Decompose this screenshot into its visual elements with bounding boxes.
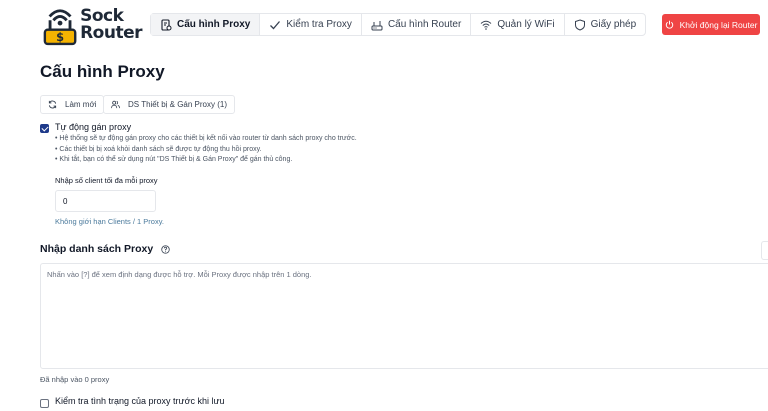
refresh-icon <box>48 100 57 109</box>
logo-text: Sock Router <box>80 8 142 42</box>
health-check-checkbox[interactable] <box>40 399 49 408</box>
proxy-count: Đã nhập vào 0 proxy <box>40 375 110 384</box>
power-icon <box>665 20 673 29</box>
users-icon <box>111 100 120 109</box>
tab-proxy-config-label: Cấu hình Proxy <box>177 19 251 30</box>
help-icon[interactable] <box>161 244 170 254</box>
refresh-label: Làm mới <box>65 100 97 109</box>
devices-assign-label: DS Thiết bị & Gán Proxy (1) <box>128 100 227 109</box>
tab-proxy-check[interactable]: Kiểm tra Proxy <box>260 14 362 35</box>
max-clients-input[interactable] <box>55 190 156 212</box>
tab-license-label: Giấy phép <box>590 19 637 30</box>
tab-router-config-label: Cấu hình Router <box>387 19 462 30</box>
router-icon <box>371 20 383 30</box>
refresh-button[interactable]: Làm mới <box>40 95 105 114</box>
proxy-config-icon <box>161 18 172 31</box>
svg-text:$: $ <box>56 30 64 44</box>
import-button[interactable] <box>761 241 768 260</box>
health-check-label: Kiểm tra tình trạng của proxy trước khi … <box>55 396 225 406</box>
proxy-list-title: Nhập danh sách Proxy <box>40 243 170 255</box>
app-logo[interactable]: $ Sock Router <box>42 0 142 50</box>
check-icon <box>270 20 281 29</box>
tab-license[interactable]: Giấy phép <box>565 14 646 35</box>
restart-router-button[interactable]: Khởi động lại Router <box>662 14 760 35</box>
tab-proxy-config[interactable]: Cấu hình Proxy <box>151 14 261 35</box>
tab-wifi-manage[interactable]: Quản lý WiFi <box>471 14 565 35</box>
logo-line-2: Router <box>80 23 142 43</box>
main-nav: Cấu hình Proxy Kiểm tra Proxy Cấu hình R… <box>150 13 647 36</box>
proxy-list-input[interactable] <box>40 263 768 369</box>
tab-wifi-manage-label: Quản lý WiFi <box>497 19 555 30</box>
max-clients-label: Nhập số client tối đa mỗi proxy <box>55 176 158 185</box>
page-title: Cấu hình Proxy <box>40 62 165 81</box>
restart-router-label: Khởi động lại Router <box>679 19 758 30</box>
tab-proxy-check-label: Kiểm tra Proxy <box>286 19 352 30</box>
auto-assign-note: • Hệ thống sẽ tự động gán proxy cho các … <box>55 135 357 142</box>
shield-icon <box>574 18 585 31</box>
tab-router-config[interactable]: Cấu hình Router <box>362 14 472 35</box>
auto-assign-note: • Khi tắt, bạn có thể sử dụng nút "DS Th… <box>55 156 293 163</box>
auto-assign-checkbox[interactable] <box>40 124 49 133</box>
proxy-list-title-text: Nhập danh sách Proxy <box>40 243 154 255</box>
wifi-icon <box>480 20 492 30</box>
auto-assign-label: Tự động gán proxy <box>55 122 132 132</box>
auto-assign-note: • Các thiết bị bị xoá khỏi danh sách sẽ … <box>55 146 262 153</box>
router-logo-icon: $ <box>43 9 77 46</box>
devices-assign-button[interactable]: DS Thiết bị & Gán Proxy (1) <box>103 95 235 114</box>
max-clients-hint: Không giới hạn Clients / 1 Proxy. <box>55 217 165 226</box>
